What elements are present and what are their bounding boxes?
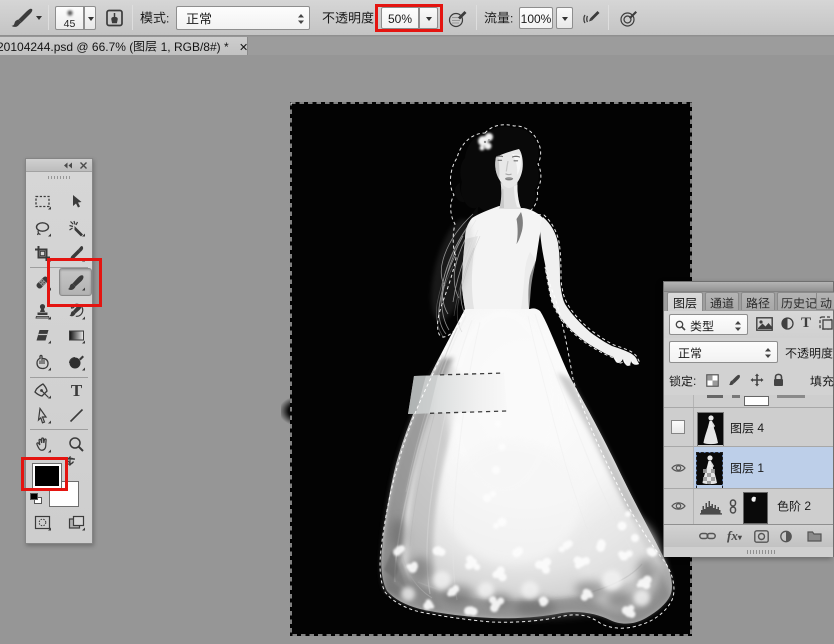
svg-text:T: T: [71, 382, 83, 399]
